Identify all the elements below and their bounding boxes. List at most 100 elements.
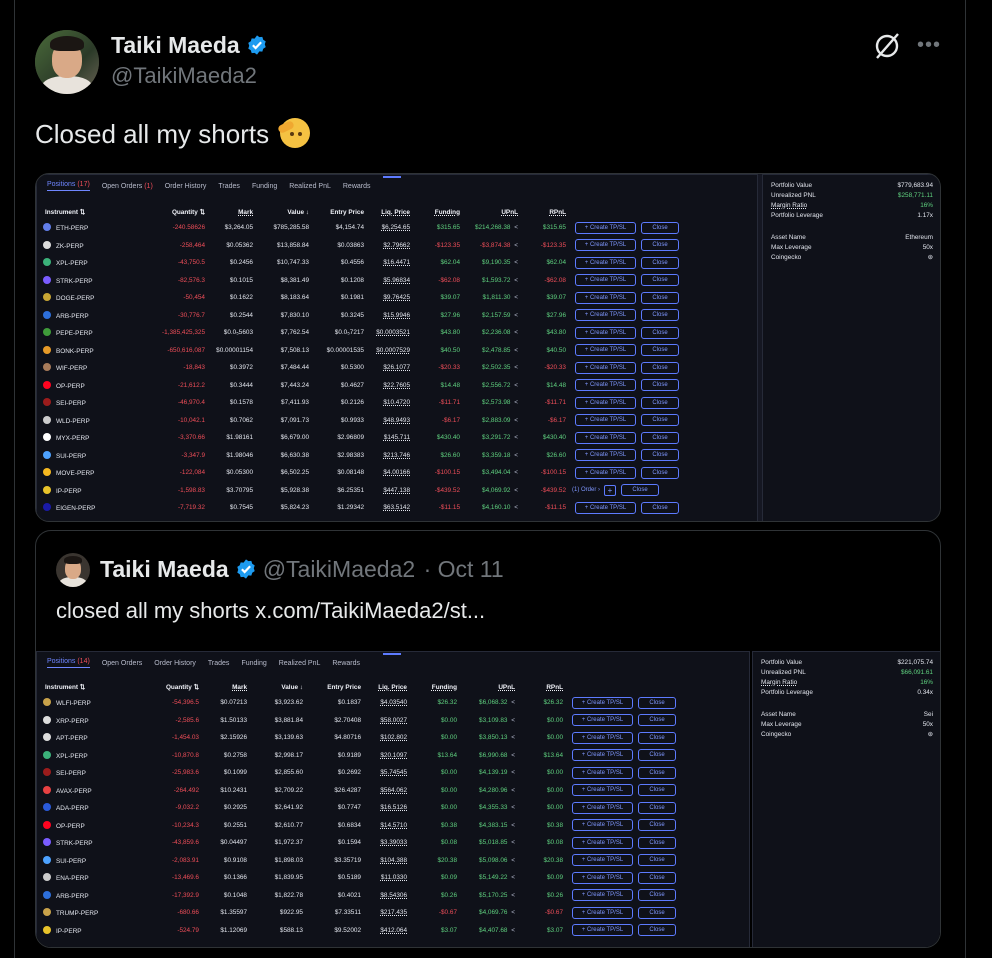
instrument-cell[interactable]: STRK-PERP bbox=[37, 272, 155, 290]
column-header[interactable]: Liq. Price bbox=[367, 680, 413, 694]
share-icon[interactable]: < bbox=[512, 469, 518, 476]
create-tpsl-button[interactable]: + Create TP/SL bbox=[572, 854, 633, 867]
create-tpsl-button[interactable]: + Create TP/SL bbox=[572, 696, 633, 709]
avatar[interactable] bbox=[35, 30, 99, 94]
share-icon[interactable]: < bbox=[509, 927, 515, 934]
tab-positions[interactable]: Positions (17) bbox=[47, 181, 90, 191]
quoted-tweet[interactable]: Taiki Maeda @TaikiMaeda2 · Oct 11 closed … bbox=[35, 530, 941, 948]
share-icon[interactable]: < bbox=[509, 769, 515, 776]
create-tpsl-button[interactable]: + Create TP/SL bbox=[575, 414, 636, 427]
column-header[interactable]: Value ↓ bbox=[253, 680, 309, 694]
close-position-button[interactable]: Close bbox=[641, 221, 679, 234]
create-tpsl-button[interactable]: + Create TP/SL bbox=[575, 291, 636, 304]
create-tpsl-button[interactable]: + Create TP/SL bbox=[575, 256, 636, 269]
close-position-button[interactable]: Close bbox=[638, 854, 676, 867]
create-tpsl-button[interactable]: + Create TP/SL bbox=[575, 221, 636, 234]
instrument-cell[interactable]: APT-PERP bbox=[37, 729, 149, 747]
share-icon[interactable]: < bbox=[512, 504, 518, 511]
instrument-cell[interactable]: WLFI-PERP bbox=[37, 694, 149, 712]
create-tpsl-button[interactable]: + Create TP/SL bbox=[575, 466, 636, 479]
instrument-cell[interactable]: OP-PERP bbox=[37, 377, 155, 395]
column-header[interactable]: RPnL bbox=[521, 680, 569, 694]
close-position-button[interactable]: Close bbox=[641, 361, 679, 374]
tab-funding[interactable]: Funding bbox=[241, 660, 266, 667]
share-icon[interactable]: < bbox=[512, 242, 518, 249]
close-position-button[interactable]: Close bbox=[641, 326, 679, 339]
screenshot-image-1[interactable]: Positions (17) Open Orders (1) Order Histo… bbox=[35, 173, 941, 522]
close-position-button[interactable]: Close bbox=[641, 274, 679, 287]
share-icon[interactable]: < bbox=[509, 839, 515, 846]
create-tpsl-button[interactable]: + Create TP/SL bbox=[572, 801, 633, 814]
create-tpsl-button[interactable]: + Create TP/SL bbox=[575, 449, 636, 462]
share-icon[interactable]: < bbox=[509, 752, 515, 759]
close-position-button[interactable]: Close bbox=[641, 449, 679, 462]
column-header[interactable]: UPnL bbox=[466, 205, 524, 219]
instrument-cell[interactable]: ADA-PERP bbox=[37, 799, 149, 817]
create-tpsl-button[interactable]: + Create TP/SL bbox=[575, 309, 636, 322]
close-position-button[interactable]: Close bbox=[638, 766, 676, 779]
share-icon[interactable]: < bbox=[512, 452, 518, 459]
share-icon[interactable]: < bbox=[509, 804, 515, 811]
share-icon[interactable]: < bbox=[512, 347, 518, 354]
instrument-cell[interactable]: SEI-PERP bbox=[37, 394, 155, 412]
create-tpsl-button[interactable]: + Create TP/SL bbox=[575, 274, 636, 287]
instrument-cell[interactable]: WIF-PERP bbox=[37, 359, 155, 377]
close-position-button[interactable]: Close bbox=[641, 431, 679, 444]
asset-value[interactable]: ⊛ bbox=[928, 730, 933, 740]
tab-order-history[interactable]: Order History bbox=[154, 660, 196, 667]
instrument-cell[interactable]: IP-PERP bbox=[37, 922, 149, 940]
instrument-cell[interactable]: ARB-PERP bbox=[37, 887, 149, 905]
share-icon[interactable]: < bbox=[512, 294, 518, 301]
column-header[interactable]: Value ↓ bbox=[259, 205, 315, 219]
close-position-button[interactable]: Close bbox=[638, 784, 676, 797]
close-position-button[interactable]: Close bbox=[641, 414, 679, 427]
create-tpsl-button[interactable]: + Create TP/SL bbox=[575, 396, 636, 409]
close-position-button[interactable]: Close bbox=[641, 344, 679, 357]
add-tpsl-button[interactable]: + bbox=[604, 485, 617, 497]
asset-value[interactable]: ⊛ bbox=[928, 253, 933, 263]
column-header[interactable]: Instrument ⇅ bbox=[37, 680, 149, 694]
close-position-button[interactable]: Close bbox=[638, 906, 676, 919]
tab-rewards[interactable]: Rewards bbox=[332, 660, 360, 667]
share-icon[interactable]: < bbox=[509, 874, 515, 881]
share-icon[interactable]: < bbox=[509, 787, 515, 794]
close-position-button[interactable]: Close bbox=[641, 396, 679, 409]
close-position-button[interactable]: Close bbox=[638, 696, 676, 709]
close-position-button[interactable]: Close bbox=[641, 239, 679, 252]
tab-realized-pnl[interactable]: Realized PnL bbox=[279, 660, 321, 667]
instrument-cell[interactable]: BONK-PERP bbox=[37, 342, 155, 360]
close-position-button[interactable]: Close bbox=[638, 801, 676, 814]
close-position-button[interactable]: Close bbox=[638, 714, 676, 727]
create-tpsl-button[interactable]: + Create TP/SL bbox=[575, 326, 636, 339]
screenshot-image-2[interactable]: Positions (14) Open Orders Order History Tr… bbox=[36, 651, 940, 947]
create-tpsl-button[interactable]: + Create TP/SL bbox=[575, 501, 636, 514]
create-tpsl-button[interactable]: + Create TP/SL bbox=[572, 906, 633, 919]
create-tpsl-button[interactable]: + Create TP/SL bbox=[575, 361, 636, 374]
create-tpsl-button[interactable]: + Create TP/SL bbox=[572, 731, 633, 744]
share-icon[interactable]: < bbox=[512, 224, 518, 231]
grok-icon[interactable] bbox=[872, 31, 902, 61]
share-icon[interactable]: < bbox=[509, 822, 515, 829]
share-icon[interactable]: < bbox=[512, 259, 518, 266]
create-tpsl-button[interactable]: + Create TP/SL bbox=[572, 819, 633, 832]
instrument-cell[interactable]: MOVE-PERP bbox=[37, 464, 155, 482]
create-tpsl-button[interactable]: + Create TP/SL bbox=[575, 379, 636, 392]
column-header[interactable]: Entry Price bbox=[309, 680, 367, 694]
instrument-cell[interactable]: TRUMP-PERP bbox=[37, 904, 149, 922]
close-position-button[interactable]: Close bbox=[638, 871, 676, 884]
create-tpsl-button[interactable]: + Create TP/SL bbox=[572, 871, 633, 884]
close-position-button[interactable]: Close bbox=[638, 924, 676, 937]
instrument-cell[interactable]: SEI-PERP bbox=[37, 764, 149, 782]
more-options-icon[interactable]: ••• bbox=[917, 34, 941, 57]
instrument-cell[interactable]: ZK-PERP bbox=[37, 237, 155, 255]
instrument-cell[interactable]: XPL-PERP bbox=[37, 254, 155, 272]
column-header[interactable]: RPnL bbox=[524, 205, 572, 219]
column-header[interactable]: Quantity ⇅ bbox=[149, 680, 205, 694]
close-position-button[interactable]: Close bbox=[638, 819, 676, 832]
tab-positions[interactable]: Positions (14) bbox=[47, 658, 90, 668]
share-icon[interactable]: < bbox=[512, 417, 518, 424]
close-position-button[interactable]: Close bbox=[641, 256, 679, 269]
close-position-button[interactable]: Close bbox=[641, 501, 679, 514]
create-tpsl-button[interactable]: + Create TP/SL bbox=[572, 766, 633, 779]
instrument-cell[interactable]: OP-PERP bbox=[37, 817, 149, 835]
